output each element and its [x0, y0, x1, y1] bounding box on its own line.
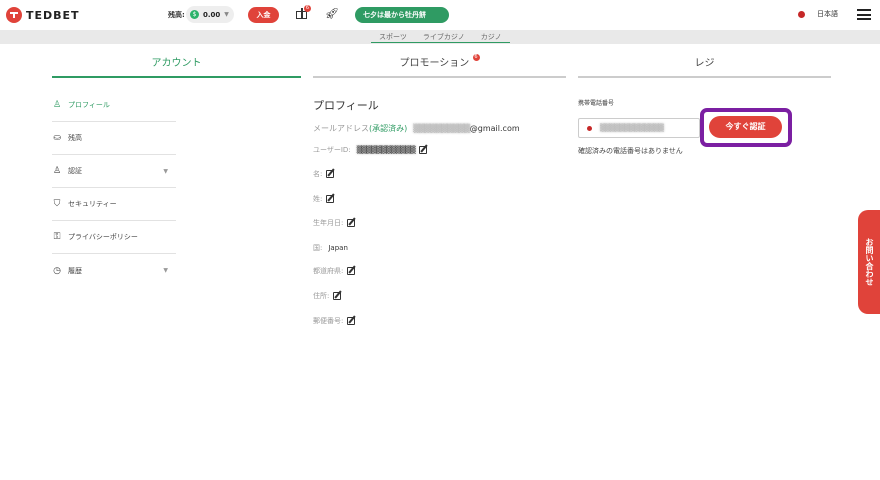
promotion-badge: 6: [472, 54, 480, 61]
contact-us-tab[interactable]: お問い合わせ: [858, 210, 880, 314]
email-domain: @gmail.com: [469, 124, 520, 133]
user-check-icon: ♙: [52, 166, 62, 176]
dob-label: 生年月日:: [313, 219, 344, 227]
coin-icon: $: [190, 10, 199, 19]
sidebar-item-balance[interactable]: ⛀ 残高: [52, 122, 176, 155]
userid-label: ユーザーID:: [313, 146, 351, 154]
sidebar-item-label: プロフィール: [68, 101, 110, 109]
sidebar-item-verification[interactable]: ♙ 認証 ▼: [52, 155, 176, 188]
sidebar-item-profile[interactable]: ♙ プロフィール: [52, 89, 176, 122]
name-label: 名:: [313, 170, 323, 178]
sidebar-item-label: プライバシーポリシー: [68, 233, 138, 241]
surname-field: 姓:: [313, 193, 336, 204]
userid-value: ▒▒▒▒▒▒▒▒▒▒▒▒: [356, 146, 416, 154]
email-field: メールアドレス (承認済み) ▒▒▒▒▒▒▒▒▒▒@gmail.com: [313, 123, 520, 134]
subtab-live-casino[interactable]: ライブカジノ: [414, 31, 473, 43]
country-field: 国: Japan: [313, 243, 348, 253]
email-verified-badge: (承認済み): [369, 124, 408, 133]
userid-field: ユーザーID: ▒▒▒▒▒▒▒▒▒▒▒▒: [313, 144, 429, 155]
shield-icon: ⛉: [53, 199, 61, 209]
logo[interactable]: TEDBET: [6, 7, 80, 23]
category-tabs: スポーツ ライブカジノ カジノ: [371, 31, 510, 43]
clock-icon: ◷: [53, 265, 61, 276]
lock-icon: ⚿: [53, 232, 61, 242]
prefecture-label: 都道府県:: [313, 267, 344, 275]
country-label: 国:: [313, 244, 323, 252]
phone-label: 携帯電話番号: [578, 100, 615, 107]
edit-icon[interactable]: [326, 168, 336, 179]
japan-flag-icon[interactable]: [798, 11, 805, 18]
sidebar-item-label: 認証: [68, 167, 82, 175]
profile-title: プロフィール: [313, 99, 379, 112]
top-bar: TEDBET 残高: $ 0.00 ▼ 入金 6 🚀︎ 七夕は最から牡丹餅 日本…: [0, 0, 880, 30]
balance-value: 0.00: [203, 10, 221, 19]
tab-account-label: アカウント: [151, 58, 202, 69]
chevron-down-icon: ▼: [163, 267, 168, 274]
balance-dropdown[interactable]: $ 0.00 ▼: [186, 6, 234, 23]
language-selector[interactable]: 日本語: [817, 9, 838, 19]
user-icon: ♙: [52, 100, 62, 110]
chevron-down-icon: ▼: [163, 167, 168, 175]
tab-account[interactable]: アカウント: [52, 54, 301, 78]
phone-input[interactable]: ▒▒▒▒▒▒▒▒▒▒▒▒▒: [578, 118, 700, 138]
edit-icon[interactable]: [419, 144, 429, 155]
promo-button[interactable]: 七夕は最から牡丹餅: [355, 7, 449, 23]
hamburger-menu-icon[interactable]: [857, 9, 871, 20]
edit-icon[interactable]: [347, 217, 357, 228]
japan-flag-icon[interactable]: [587, 125, 592, 131]
sidebar-item-label: 残高: [68, 134, 82, 142]
tab-promotion[interactable]: プロモーション 6: [313, 54, 566, 78]
sidebar-item-privacy[interactable]: ⚿ プライバシーポリシー: [52, 221, 176, 254]
edit-icon[interactable]: [333, 290, 343, 301]
logo-text: TEDBET: [26, 8, 80, 22]
prefecture-field: 都道府県:: [313, 265, 357, 276]
tab-promotion-label: プロモーション: [399, 58, 470, 69]
sidebar-item-label: セキュリティー: [68, 200, 117, 208]
postal-field: 郵便番号:: [313, 315, 357, 326]
chevron-down-icon: ▼: [224, 11, 229, 18]
edit-icon[interactable]: [326, 193, 336, 204]
phone-value: ▒▒▒▒▒▒▒▒▒▒▒▒▒: [600, 124, 664, 132]
redacted-text: ▒▒▒▒▒▒▒▒▒▒: [413, 124, 470, 133]
address-field: 住所:: [313, 290, 343, 301]
tab-cashier-label: レジ: [694, 58, 715, 69]
deposit-button[interactable]: 入金: [248, 7, 279, 23]
email-value: ▒▒▒▒▒▒▒▒▒▒@gmail.com: [413, 124, 519, 133]
subtab-casino[interactable]: カジノ: [472, 31, 510, 43]
surname-label: 姓:: [313, 195, 323, 203]
coins-icon: ⛀: [53, 133, 61, 143]
tab-cashier[interactable]: レジ: [578, 54, 831, 78]
edit-icon[interactable]: [347, 265, 357, 276]
sidebar-item-label: 履歴: [68, 266, 82, 275]
country-value: Japan: [328, 244, 348, 252]
balance-label: 残高:: [168, 11, 185, 19]
sidebar-item-security[interactable]: ⛉ セキュリティー: [52, 188, 176, 221]
sidebar-item-history[interactable]: ◷ 履歴 ▼: [52, 254, 176, 287]
email-label: メールアドレス: [313, 124, 369, 133]
dob-field: 生年月日:: [313, 217, 357, 228]
verify-now-button[interactable]: 今すぐ認証: [709, 116, 782, 138]
edit-icon[interactable]: [347, 315, 357, 326]
phone-status-note: 確認済みの電話番号はありません: [578, 147, 683, 155]
postal-label: 郵便番号:: [313, 317, 344, 325]
gift-button[interactable]: 6: [296, 5, 311, 20]
name-field: 名:: [313, 168, 336, 179]
gift-badge: 6: [304, 5, 311, 12]
rocket-icon[interactable]: 🚀︎: [325, 7, 339, 20]
logo-icon: [6, 7, 22, 23]
address-label: 住所:: [313, 292, 330, 300]
subtab-sports[interactable]: スポーツ: [371, 31, 415, 43]
